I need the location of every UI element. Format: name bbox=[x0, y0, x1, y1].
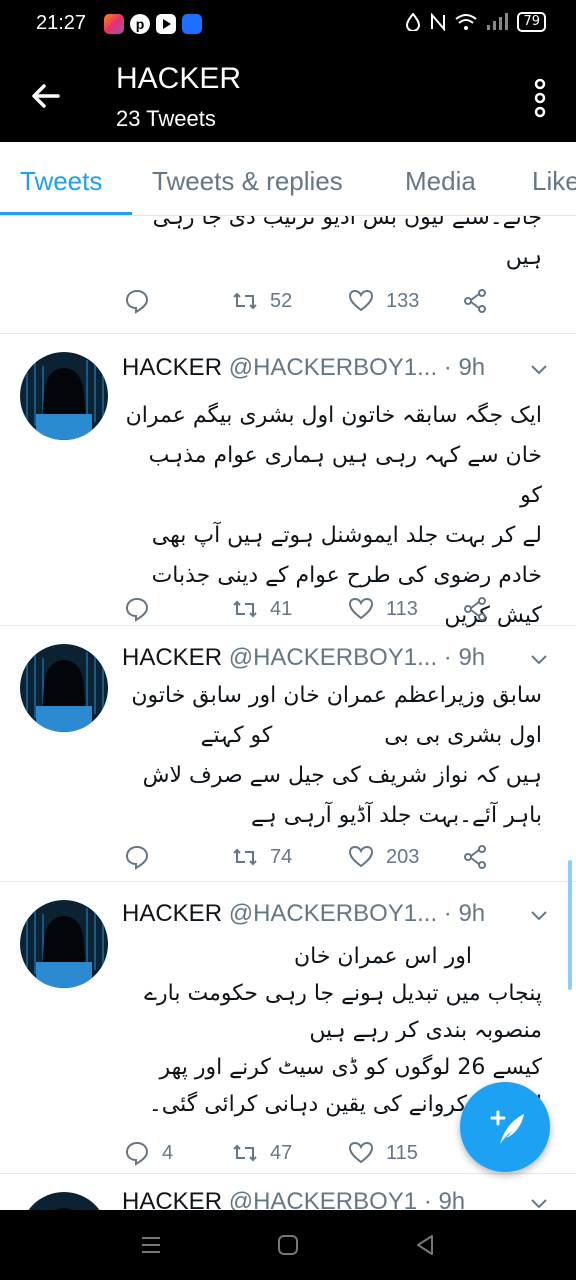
more-options-icon[interactable] bbox=[532, 78, 548, 118]
tweet-actions: 52 133 bbox=[124, 286, 504, 316]
tweet-actions: 74 203 bbox=[124, 842, 504, 872]
author-name[interactable]: HACKER bbox=[122, 900, 222, 927]
scrollbar[interactable] bbox=[568, 860, 572, 990]
author-handle: @HACKERBOY1... bbox=[228, 644, 438, 671]
reply-button[interactable] bbox=[124, 286, 162, 316]
tab-tweets[interactable]: Tweets bbox=[20, 166, 102, 197]
tab-tweets-and-replies[interactable]: Tweets & replies bbox=[152, 166, 343, 197]
battery-indicator: 79 bbox=[517, 12, 546, 32]
signal-icon bbox=[487, 13, 509, 30]
profile-header: HACKER 23 Tweets bbox=[0, 52, 576, 142]
tab-media[interactable]: Media bbox=[405, 166, 476, 197]
share-button[interactable] bbox=[462, 286, 488, 316]
tweet-item[interactable]: HACKER @HACKERBOY1 · 9h bbox=[0, 1174, 576, 1210]
heart-icon bbox=[348, 289, 374, 312]
avatar[interactable] bbox=[20, 1192, 108, 1210]
home-icon[interactable] bbox=[275, 1232, 301, 1258]
recent-apps-icon[interactable] bbox=[138, 1232, 164, 1258]
youtube-icon bbox=[156, 14, 176, 34]
tweet-item[interactable]: HACKER @HACKERBOY1... · 9h ایک جگہ سابقہ… bbox=[0, 334, 576, 628]
avatar[interactable] bbox=[20, 644, 108, 732]
like-button[interactable]: 133 bbox=[348, 286, 419, 316]
reply-button[interactable] bbox=[124, 594, 162, 624]
system-navigation-bar bbox=[0, 1210, 576, 1280]
system-icons: 79 bbox=[405, 12, 546, 32]
chevron-down-icon[interactable] bbox=[530, 364, 548, 376]
tweet-actions: 41 113 bbox=[124, 594, 504, 624]
wifi-icon bbox=[455, 14, 478, 30]
tweet-item[interactable]: جائے۔سنے لیوں بس آڈیو ترتیب دی جا رہی ہی… bbox=[0, 216, 576, 334]
notification-icons: p bbox=[104, 14, 202, 34]
author-name[interactable]: HACKER bbox=[122, 1188, 222, 1210]
tweet-header: HACKER @HACKERBOY1... · 9h bbox=[122, 354, 485, 382]
heart-icon bbox=[348, 597, 374, 620]
like-button[interactable]: 113 bbox=[348, 594, 418, 624]
chevron-down-icon[interactable] bbox=[530, 654, 548, 666]
photos-app-icon bbox=[104, 14, 124, 34]
share-button[interactable] bbox=[462, 594, 488, 624]
pinterest-icon: p bbox=[130, 14, 150, 34]
info-app-icon bbox=[182, 14, 202, 34]
compose-feather-icon bbox=[490, 1110, 524, 1144]
tweet-time: · 9h bbox=[443, 644, 486, 671]
share-button[interactable] bbox=[462, 842, 488, 872]
heart-icon bbox=[348, 1141, 374, 1164]
profile-title: HACKER bbox=[116, 62, 242, 95]
alarm-icon bbox=[406, 13, 421, 31]
author-name[interactable]: HACKER bbox=[122, 644, 222, 671]
retweet-button[interactable]: 41 bbox=[232, 594, 292, 624]
nfc-icon bbox=[431, 13, 446, 31]
tweet-time: · 9h bbox=[423, 1188, 466, 1210]
author-handle: @HACKERBOY1... bbox=[228, 900, 438, 927]
share-icon bbox=[464, 289, 486, 313]
retweet-button[interactable]: 74 bbox=[232, 842, 292, 872]
retweet-icon bbox=[233, 292, 257, 310]
like-button[interactable]: 115 bbox=[348, 1138, 418, 1168]
avatar[interactable] bbox=[20, 352, 108, 440]
reply-icon bbox=[125, 1141, 149, 1166]
tweet-feed[interactable]: جائے۔سنے لیوں بس آڈیو ترتیب دی جا رہی ہی… bbox=[0, 216, 576, 1210]
tab-likes[interactable]: Like bbox=[532, 166, 576, 197]
retweet-icon bbox=[233, 848, 257, 866]
author-name[interactable]: HACKER bbox=[122, 354, 222, 381]
reply-button[interactable]: 4 bbox=[124, 1138, 173, 1168]
author-handle: @HACKERBOY1... bbox=[228, 354, 438, 381]
svg-text:p: p bbox=[136, 16, 145, 32]
retweet-button[interactable]: 52 bbox=[232, 286, 292, 316]
reply-icon bbox=[125, 289, 149, 314]
retweet-icon bbox=[233, 1144, 257, 1162]
tweet-text: جائے۔سنے لیوں بس آڈیو ترتیب دی جا رہی ہی… bbox=[152, 216, 542, 270]
share-icon bbox=[464, 845, 486, 869]
tweet-actions: 4 47 115 bbox=[124, 1138, 504, 1168]
tweet-time: · 9h bbox=[443, 900, 486, 927]
tweet-time: · 9h bbox=[443, 354, 486, 381]
tweet-count: 23 Tweets bbox=[116, 106, 216, 131]
chevron-down-icon[interactable] bbox=[530, 910, 548, 922]
avatar[interactable] bbox=[20, 900, 108, 988]
reply-button[interactable] bbox=[124, 842, 162, 872]
tweet-text: سابق وزیراعظم عمران خان اور سابق خاتون ا… bbox=[131, 683, 542, 828]
chevron-down-icon[interactable] bbox=[530, 1198, 548, 1210]
like-button[interactable]: 203 bbox=[348, 842, 419, 872]
tweet-header: HACKER @HACKERBOY1... · 9h bbox=[122, 900, 485, 928]
back-arrow-icon[interactable] bbox=[28, 78, 64, 114]
heart-icon bbox=[348, 845, 374, 868]
status-time: 21:27 bbox=[36, 12, 87, 34]
profile-tabs: Tweets Tweets & replies Media Like bbox=[0, 142, 576, 216]
retweet-icon bbox=[233, 600, 257, 618]
tweet-item[interactable]: HACKER @HACKERBOY1... · 9h سابق وزیراعظم… bbox=[0, 626, 576, 882]
share-icon bbox=[464, 597, 486, 621]
compose-tweet-button[interactable] bbox=[460, 1082, 550, 1172]
status-bar: 21:27 p 79 bbox=[0, 0, 576, 52]
reply-icon bbox=[125, 845, 149, 870]
tweet-header: HACKER @HACKERBOY1 · 9h bbox=[122, 1188, 465, 1210]
retweet-button[interactable]: 47 bbox=[232, 1138, 292, 1168]
tweet-header: HACKER @HACKERBOY1... · 9h bbox=[122, 644, 485, 672]
reply-icon bbox=[125, 597, 149, 622]
back-icon[interactable] bbox=[412, 1232, 438, 1258]
author-handle: @HACKERBOY1 bbox=[228, 1188, 418, 1210]
